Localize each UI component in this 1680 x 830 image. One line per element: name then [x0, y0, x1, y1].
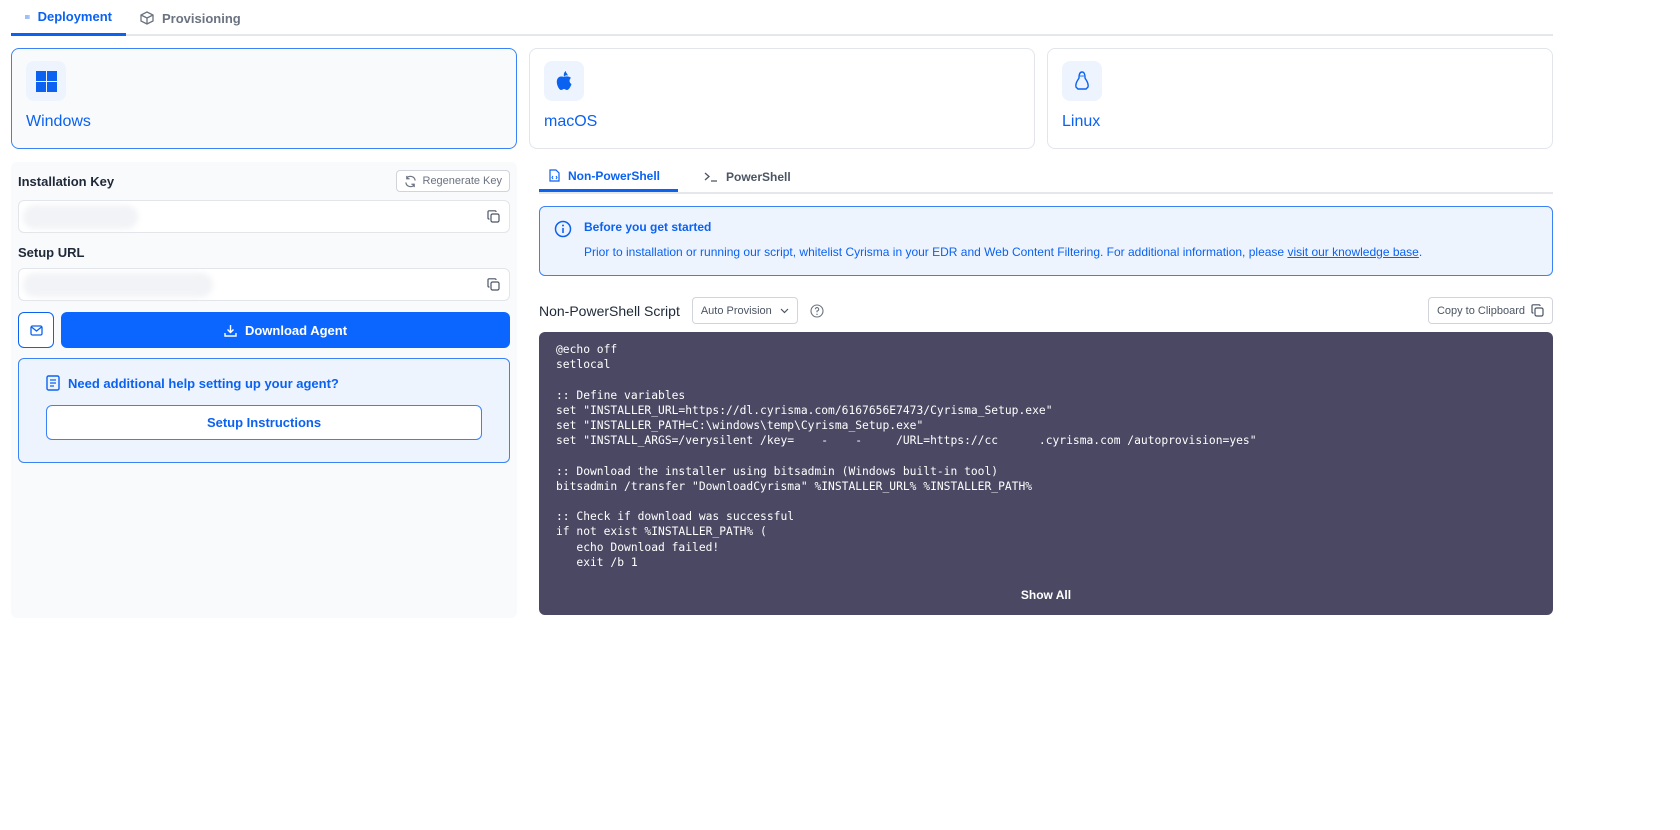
- code-line: set "INSTALLER_PATH=C:\windows\temp\Cyri…: [556, 419, 924, 432]
- tab-label: Non-PowerShell: [568, 168, 661, 183]
- apple-icon: [556, 71, 572, 90]
- email-button[interactable]: [18, 312, 54, 348]
- code-line: bitsadmin /transfer "DownloadCyrisma" %I…: [556, 479, 1033, 493]
- box-icon: [140, 11, 154, 25]
- copy-label: Copy to Clipboard: [1436, 304, 1525, 317]
- windows-icon: [35, 70, 57, 92]
- code-line: set "INSTALL_ARGS=/verysilent /key= - - …: [556, 434, 1257, 448]
- top-tabs: Deployment Provisioning: [11, 0, 1553, 36]
- os-label: macOS: [544, 113, 598, 130]
- download-agent-button[interactable]: Download Agent: [61, 312, 510, 348]
- book-icon: [46, 375, 60, 391]
- download-agent-label: Download Agent: [244, 322, 348, 338]
- info-text: Prior to installation or running our scr…: [584, 245, 1288, 259]
- os-selector: Windows macOS Linux: [11, 48, 1553, 149]
- script-title: Non-PowerShell Script: [539, 302, 680, 319]
- tab-deployment[interactable]: Deployment: [11, 0, 126, 36]
- code-line: :: Define variables: [556, 388, 686, 402]
- tab-label: Provisioning: [162, 10, 241, 26]
- script-code-block[interactable]: @echo off setlocal:: Define variables set …: [539, 332, 1553, 615]
- installation-key-field[interactable]: [18, 200, 510, 233]
- tab-label: PowerShell: [726, 170, 791, 184]
- regenerate-key-label: Regenerate Key: [422, 175, 503, 187]
- code-line: set "INSTALLER_URL=https://dl.cyrisma.co…: [556, 403, 1053, 417]
- copy-icon: [1531, 304, 1544, 317]
- tab-provisioning[interactable]: Provisioning: [126, 0, 255, 36]
- tab-powershell[interactable]: PowerShell: [694, 162, 801, 192]
- select-value: Auto Provision: [700, 304, 772, 317]
- file-code-icon: [549, 169, 560, 182]
- code-line: if not exist %INSTALLER_PATH% (: [556, 525, 767, 539]
- tab-non-powershell[interactable]: Non-PowerShell: [539, 162, 678, 192]
- help-circle-icon[interactable]: [810, 303, 824, 318]
- info-icon: [554, 220, 572, 238]
- code-line: exit /b 1: [556, 555, 638, 569]
- os-card-linux[interactable]: Linux: [1047, 48, 1553, 149]
- setup-url-field[interactable]: [18, 268, 510, 301]
- code-line: setlocal: [556, 358, 611, 372]
- tab-label: Deployment: [37, 9, 112, 24]
- script-panel: Non-PowerShell PowerShell Before you get…: [539, 162, 1553, 615]
- info-banner: Before you get started Prior to installa…: [539, 206, 1553, 276]
- knowledge-base-link[interactable]: visit our knowledge base: [1287, 245, 1418, 259]
- provision-mode-select[interactable]: Auto Provision: [691, 297, 798, 324]
- help-title: Need additional help setting up your age…: [68, 375, 339, 391]
- os-label: Linux: [1062, 113, 1101, 130]
- copy-icon[interactable]: [487, 210, 500, 223]
- mail-icon: [29, 324, 43, 336]
- refresh-icon: [404, 175, 416, 187]
- copy-to-clipboard-button[interactable]: Copy to Clipboard: [1427, 297, 1553, 324]
- code-line: echo Download failed!: [556, 540, 720, 554]
- info-text-end: .: [1418, 245, 1423, 259]
- setup-instructions-button[interactable]: Setup Instructions: [46, 405, 482, 440]
- copy-icon[interactable]: [487, 278, 500, 291]
- download-icon: [224, 324, 237, 337]
- server-icon: [25, 14, 30, 19]
- linux-icon: [1075, 71, 1089, 90]
- os-label: Windows: [26, 113, 91, 130]
- code-line: :: Download the installer using bitsadmi…: [556, 464, 999, 478]
- code-line: @echo off: [556, 343, 618, 356]
- os-card-windows[interactable]: Windows: [11, 48, 517, 149]
- installation-key-label: Installation Key: [18, 173, 115, 189]
- chevron-down-icon: [780, 308, 789, 313]
- help-box: Need additional help setting up your age…: [18, 358, 510, 463]
- info-title: Before you get started: [584, 220, 712, 234]
- code-line: :: Check if download was successful: [556, 510, 795, 524]
- os-card-macos[interactable]: macOS: [529, 48, 1035, 149]
- installation-panel: Installation Key Regenerate Key Setup UR…: [11, 162, 517, 618]
- show-all-button[interactable]: Show All: [539, 588, 1553, 603]
- regenerate-key-button[interactable]: Regenerate Key: [395, 170, 510, 192]
- terminal-icon: [704, 172, 717, 182]
- setup-url-label: Setup URL: [18, 245, 85, 260]
